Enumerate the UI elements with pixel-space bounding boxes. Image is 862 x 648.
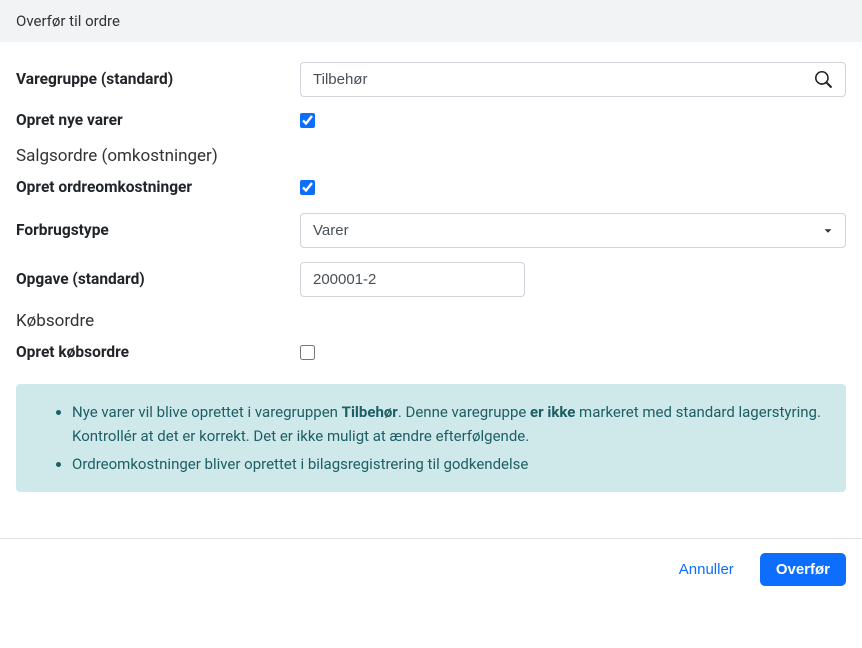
opret-ordreomkostninger-label: Opret ordreomkostninger [16,178,300,196]
opret-kobsordre-checkbox[interactable] [300,345,315,360]
opret-nye-varer-checkbox[interactable] [300,113,315,128]
varegruppe-input-group [300,62,846,97]
cancel-button[interactable]: Annuller [663,553,750,586]
dialog-body: Varegruppe (standard) Opret nye varer Sa… [0,42,862,508]
submit-button[interactable]: Overfør [760,553,846,586]
varegruppe-search-button[interactable] [802,62,846,97]
opgave-label: Opgave (standard) [16,262,300,288]
dialog-footer: Annuller Overfør [0,538,862,600]
forbrugstype-select[interactable]: Varer [300,213,846,248]
field-forbrugstype: Forbrugstype Varer [16,213,846,248]
varegruppe-label: Varegruppe (standard) [16,62,300,88]
alert-item-2: Ordreomkostninger bliver oprettet i bila… [72,452,826,476]
opret-kobsordre-label: Opret købsordre [16,343,300,361]
forbrugstype-label: Forbrugstype [16,213,300,239]
field-opgave: Opgave (standard) [16,262,846,297]
field-opret-ordreomkostninger: Opret ordreomkostninger [16,178,846,199]
opret-nye-varer-label: Opret nye varer [16,111,300,129]
info-alert: Nye varer vil blive oprettet i varegrupp… [16,384,846,492]
field-opret-nye-varer: Opret nye varer [16,111,846,132]
dialog-title: Overfør til ordre [16,12,120,30]
opret-ordreomkostninger-checkbox[interactable] [300,180,315,195]
varegruppe-input[interactable] [300,62,802,97]
field-varegruppe: Varegruppe (standard) [16,62,846,97]
section-salgsordre: Salgsordre (omkostninger) [16,146,846,166]
alert-item-1: Nye varer vil blive oprettet i varegrupp… [72,400,826,448]
section-kobsordre: Købsordre [16,311,846,331]
opgave-input[interactable] [300,262,525,297]
dialog-header: Overfør til ordre [0,0,862,42]
search-icon [815,71,832,88]
field-opret-kobsordre: Opret købsordre [16,343,846,364]
